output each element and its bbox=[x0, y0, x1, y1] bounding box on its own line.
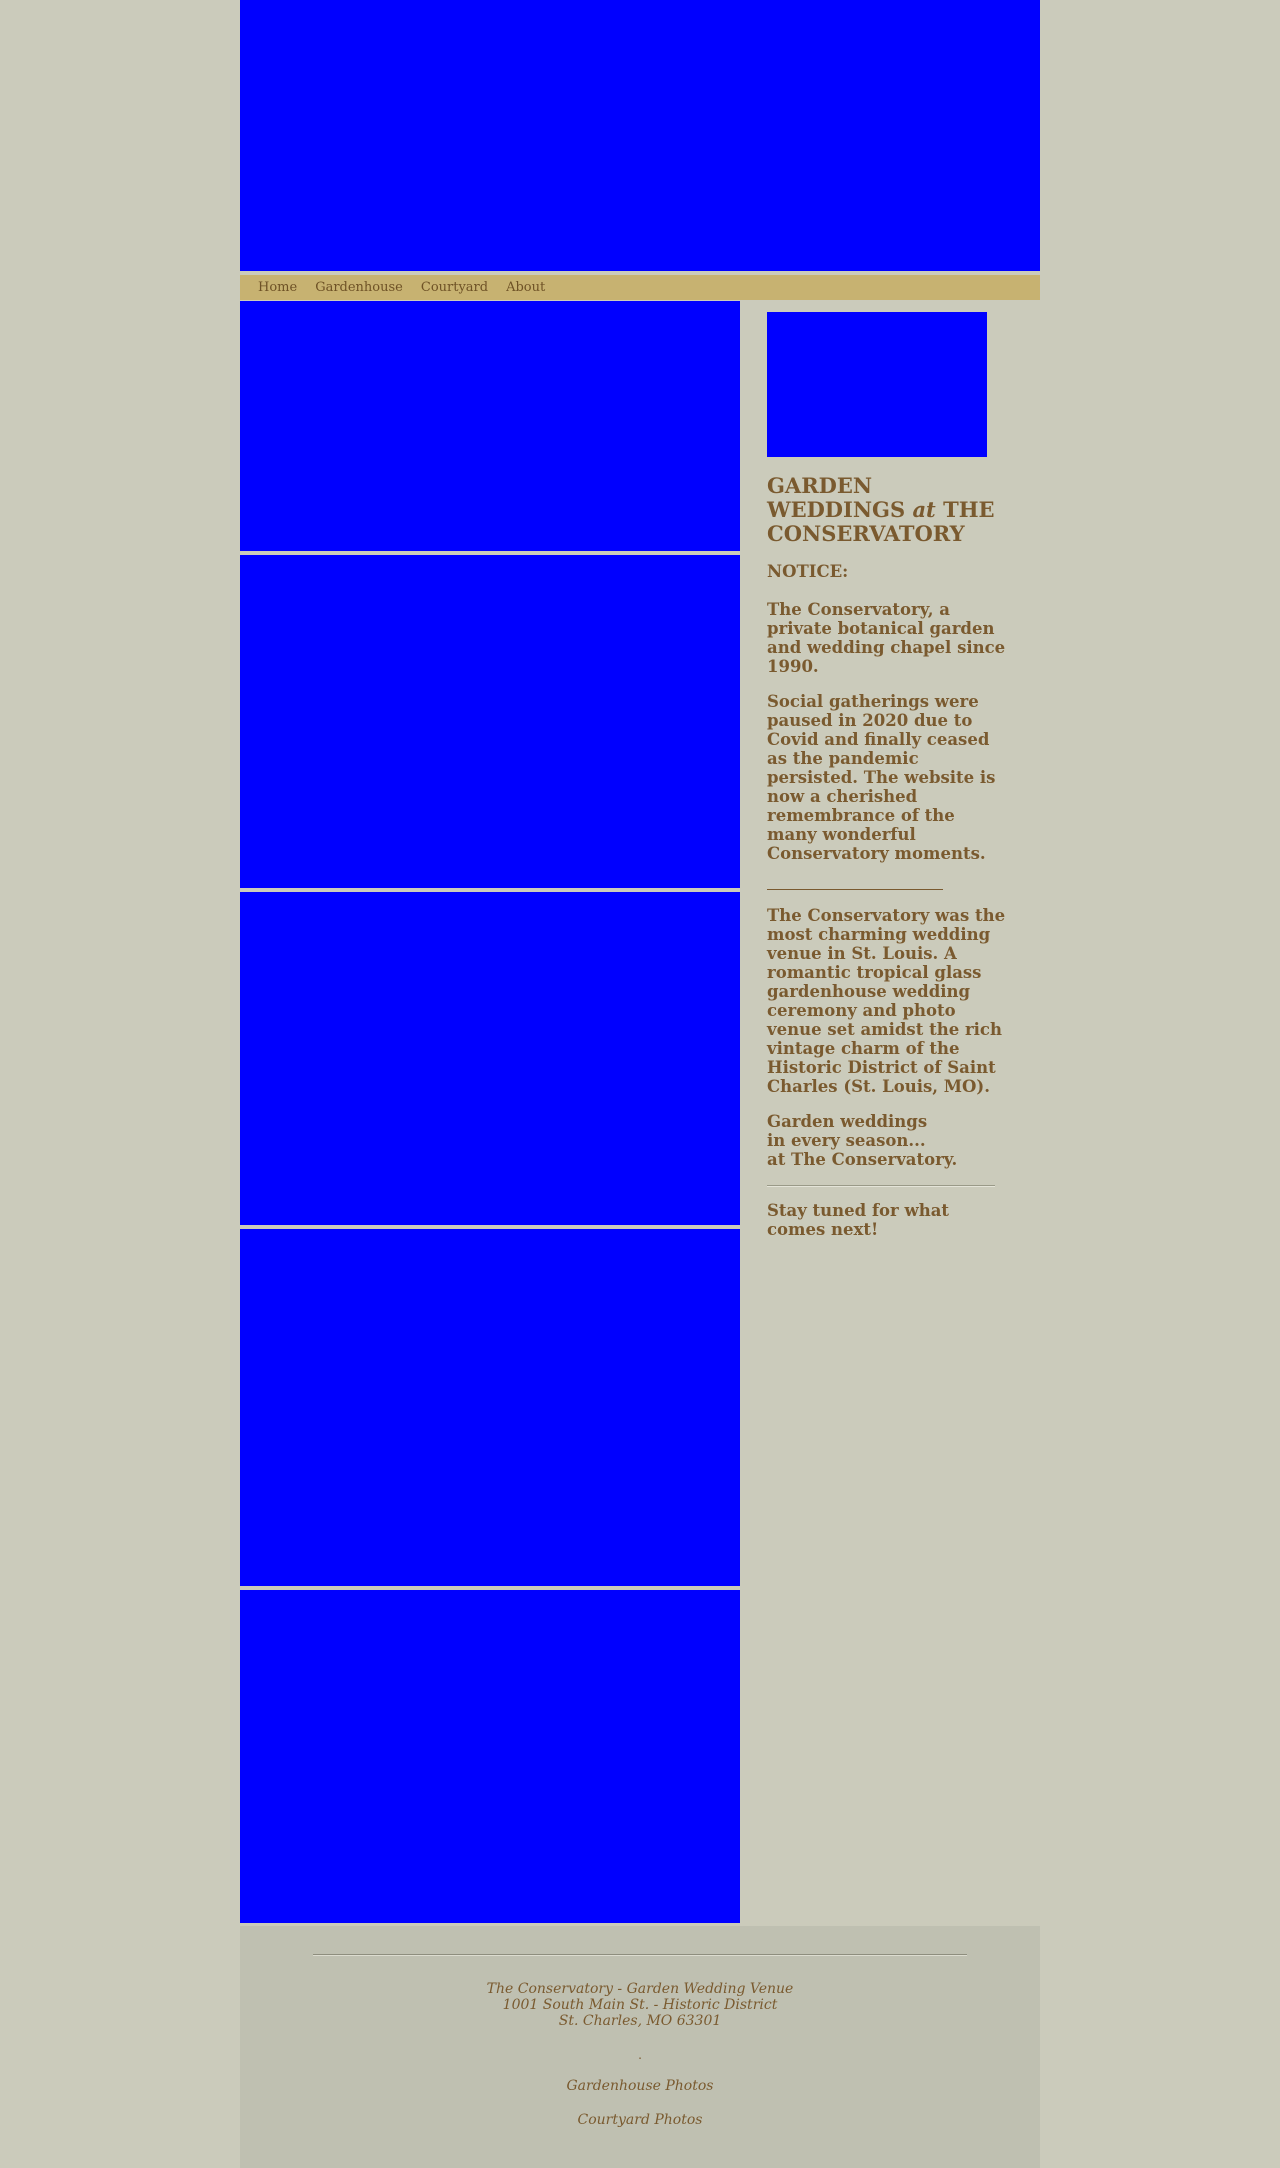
venue-paragraph: The Conservatory was the most charming w… bbox=[767, 906, 1006, 1096]
sidebar-photo bbox=[767, 312, 987, 457]
notice-label: NOTICE: bbox=[767, 562, 849, 581]
footer-city: St. Charles, MO 63301 bbox=[558, 2013, 722, 2029]
gallery-photo bbox=[240, 1229, 740, 1586]
header-banner-image bbox=[240, 0, 1040, 271]
seasons-paragraph: Garden weddings in every season... at Th… bbox=[767, 1112, 1007, 1169]
gallery-photo bbox=[240, 301, 740, 551]
main-navbar: Home Gardenhouse Courtyard About bbox=[240, 275, 1040, 300]
title-part-1: GARDEN WEDDINGS bbox=[767, 473, 906, 522]
footer-link-gardenhouse-photos[interactable]: Gardenhouse Photos bbox=[240, 2078, 1040, 2094]
nav-link-courtyard[interactable]: Courtyard bbox=[421, 280, 488, 295]
title-italic: at bbox=[912, 497, 936, 522]
underline-divider bbox=[767, 889, 943, 890]
nav-link-about[interactable]: About bbox=[506, 280, 545, 295]
nav-link-gardenhouse[interactable]: Gardenhouse bbox=[315, 280, 403, 295]
stay-tuned-paragraph: Stay tuned for what comes next! bbox=[767, 1201, 950, 1239]
seasons-line-3: at The Conservatory. bbox=[767, 1150, 958, 1169]
sidebar: GARDEN WEDDINGS at THE CONSERVATORY NOTI… bbox=[740, 301, 1040, 1926]
gallery-photo bbox=[240, 1590, 740, 1923]
intro-paragraph: The Conservatory, a private botanical ga… bbox=[767, 600, 1006, 676]
sidebar-title: GARDEN WEDDINGS at THE CONSERVATORY bbox=[767, 474, 1007, 546]
page-container: Home Gardenhouse Courtyard About GARDEN … bbox=[240, 0, 1040, 2168]
footer-rule bbox=[313, 1954, 967, 1956]
nav-link-home[interactable]: Home bbox=[258, 280, 297, 295]
gallery-photo bbox=[240, 555, 740, 888]
footer-link-courtyard-photos[interactable]: Courtyard Photos bbox=[240, 2112, 1040, 2128]
sidebar-content: GARDEN WEDDINGS at THE CONSERVATORY NOTI… bbox=[767, 474, 1007, 1255]
footer-street: 1001 South Main St. - Historic District bbox=[502, 1997, 778, 2013]
covid-paragraph: Social gatherings were paused in 2020 du… bbox=[767, 692, 996, 863]
footer: The Conservatory - Garden Wedding Venue … bbox=[240, 1926, 1040, 2168]
seasons-line-1: Garden weddings bbox=[767, 1112, 928, 1131]
horizontal-rule bbox=[767, 1185, 995, 1187]
footer-address: The Conservatory - Garden Wedding Venue … bbox=[240, 1981, 1040, 2029]
footer-venue-name: The Conservatory - Garden Wedding Venue bbox=[486, 1981, 794, 1997]
gallery-photo bbox=[240, 892, 740, 1225]
seasons-line-2: in every season... bbox=[767, 1131, 926, 1150]
footer-dot: . bbox=[638, 2048, 642, 2062]
